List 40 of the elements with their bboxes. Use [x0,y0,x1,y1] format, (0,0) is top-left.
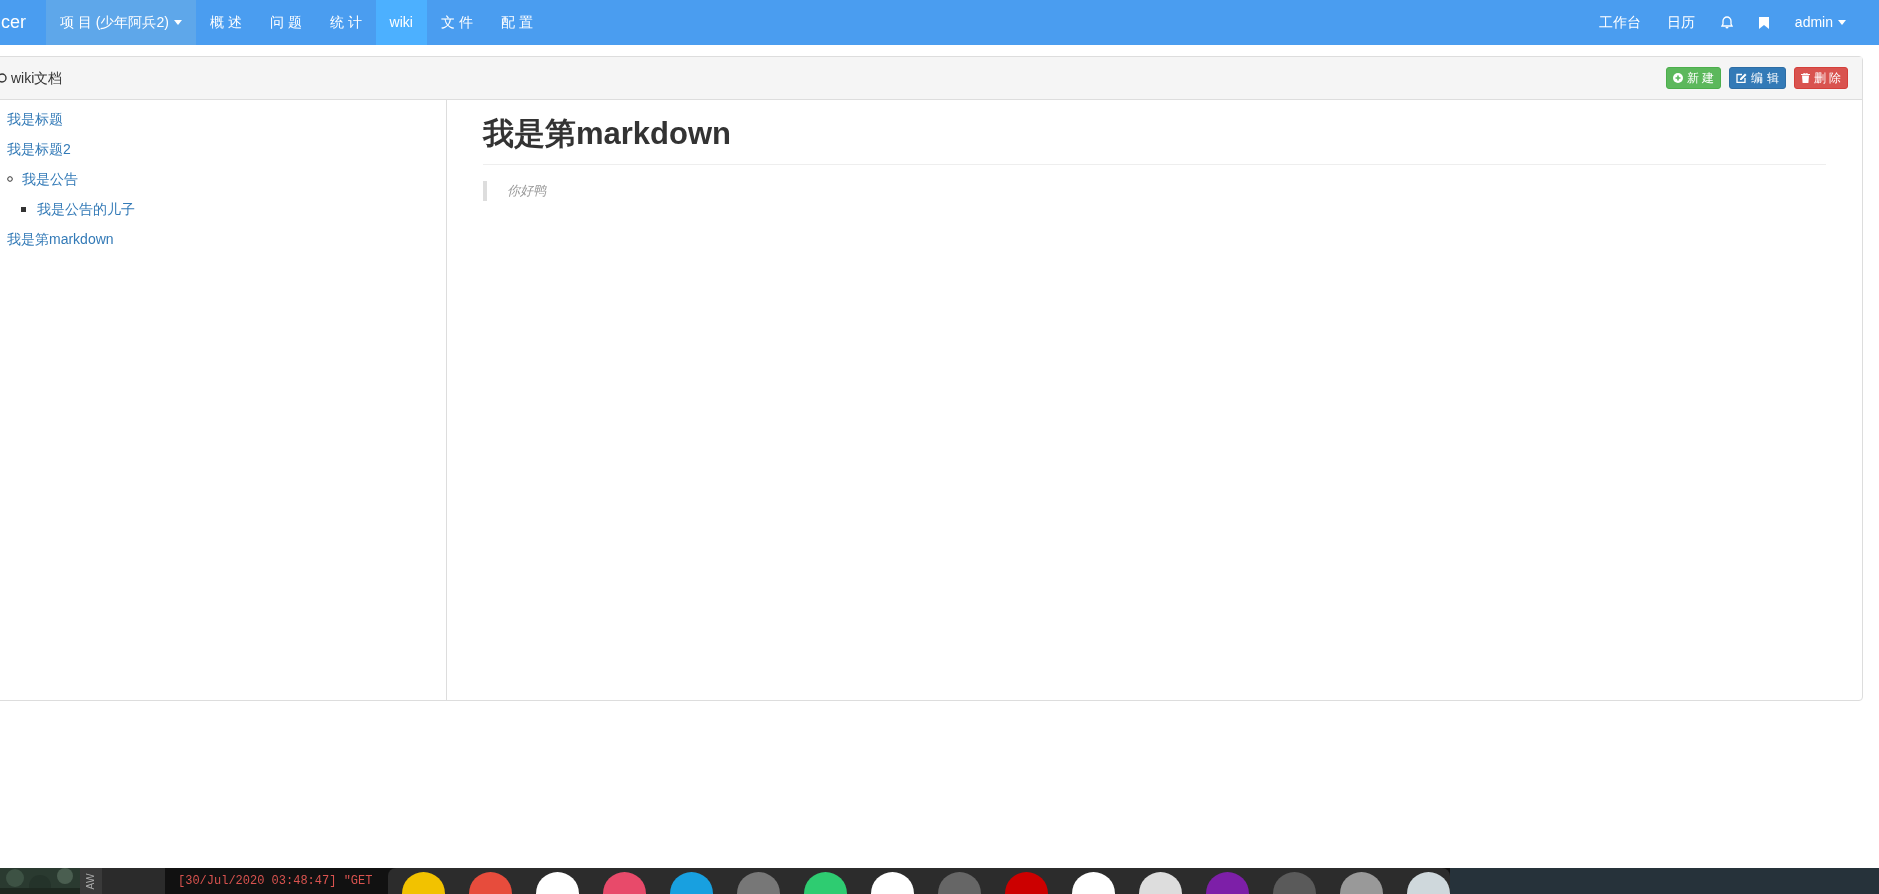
round-icon [0,73,7,83]
nav-tab[interactable]: 统 计 [315,0,376,45]
trash-icon [1800,73,1810,83]
nav-tab[interactable]: 项 目 (少年阿兵2) [46,0,196,45]
panel-title: wiki文档 [11,68,63,88]
app-icon[interactable] [1139,872,1182,894]
circle-bullet-icon [7,176,13,182]
nav-link[interactable]: 工作台 [1585,0,1654,45]
square-bullet-icon [21,206,26,212]
app-icon[interactable] [871,872,914,894]
side-tab[interactable]: AW [80,868,102,894]
new-button[interactable]: 新 建 [1665,67,1722,89]
wiki-page-link[interactable]: 我是标题 [7,108,63,130]
nav-tab[interactable]: 概 述 [195,0,256,45]
page-heading: 我是第markdown [483,114,1826,165]
brand-name[interactable]: cer [0,0,46,45]
plus-circle-icon [1672,73,1683,83]
caret-icon [173,20,182,25]
taskbar-panel [102,868,165,894]
app-icon[interactable] [402,872,445,894]
app-icon[interactable] [1072,872,1115,894]
wiki-page-link[interactable]: 我是公告 [22,168,78,190]
blockquote-text: 你好鸭 [507,182,546,201]
nav-tab[interactable]: 问 题 [255,0,316,45]
caret-icon [1838,20,1846,25]
app-icon[interactable] [804,872,847,894]
nav-tab[interactable]: 文 件 [426,0,487,45]
user-menu[interactable]: admin [1781,0,1859,45]
edit-icon [1736,73,1748,83]
terminal-line: [30/Jul/2020 03:48:47] "GET [178,873,373,890]
app-icon[interactable] [536,872,579,894]
edit-button[interactable]: 编 辑 [1729,67,1786,89]
wiki-page-link[interactable]: 我是公告的儿子 [37,198,135,220]
wiki-page-link[interactable]: 我是标题2 [7,138,71,160]
app-icon[interactable] [1407,872,1450,894]
nav-link[interactable]: 日历 [1653,0,1708,45]
nav-tab[interactable]: wiki [375,0,427,45]
nav-tab[interactable]: 配 置 [486,0,547,45]
wiki-page-link[interactable]: 我是第markdown [7,228,114,250]
delete-button[interactable]: 删 除 [1793,67,1848,89]
